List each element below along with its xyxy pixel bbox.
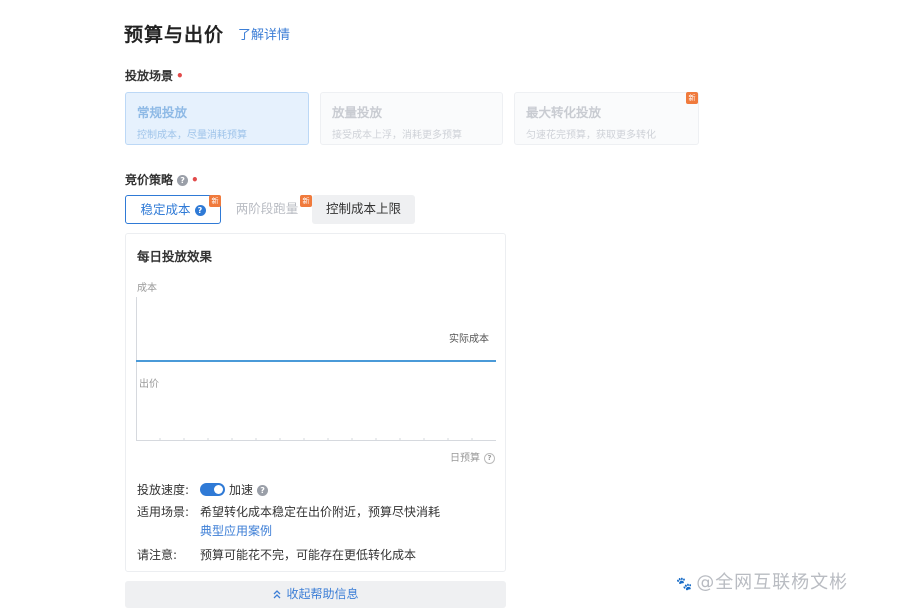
- scene-card-volume[interactable]: 放量投放 接受成本上浮，消耗更多预算: [320, 92, 503, 145]
- speed-value-text: 加速: [229, 483, 254, 497]
- strategy-option-label: 控制成本上限: [325, 201, 401, 216]
- paw-icon: 🐾: [676, 577, 694, 592]
- y-axis-label-cost: 成本: [137, 283, 157, 294]
- x-axis-label: 日预算?: [450, 449, 495, 464]
- page-title: 预算与出价: [124, 24, 225, 46]
- speed-label: 投放速度:: [137, 483, 190, 497]
- scene-card-title: 常规投放: [137, 105, 188, 120]
- speed-value: 加速?: [229, 481, 269, 498]
- scene-card-max-conversion[interactable]: 最大转化投放 匀速花完预算，获取更多转化: [514, 92, 699, 145]
- scene-card-regular[interactable]: 常规投放 控制成本，尽量消耗预算: [125, 92, 309, 145]
- strategy-label-text: 竞价策略: [125, 173, 174, 187]
- double-chevron-up-icon: [274, 590, 281, 599]
- scene-card-subtitle: 控制成本，尽量消耗预算: [137, 130, 247, 141]
- toggle-knob: [214, 485, 223, 494]
- question-icon[interactable]: ?: [257, 485, 269, 496]
- collapse-help-button[interactable]: 收起帮助信息: [125, 581, 506, 608]
- scenario-label: 适用场景:: [137, 505, 190, 519]
- note-value: 预算可能花不完，可能存在更低转化成本: [200, 548, 417, 562]
- question-icon[interactable]: ?: [194, 205, 206, 216]
- scene-card-subtitle: 接受成本上浮，消耗更多预算: [332, 130, 462, 141]
- scene-label-text: 投放场景: [125, 69, 174, 83]
- new-badge: 新: [300, 195, 312, 207]
- scene-label: 投放场景 •: [125, 67, 184, 84]
- required-mark: •: [191, 173, 199, 187]
- x-axis-label-text: 日预算: [450, 453, 480, 464]
- line-label-actual-cost: 实际成本: [449, 334, 489, 345]
- speed-toggle[interactable]: [200, 483, 225, 496]
- collapse-help-label: 收起帮助信息: [286, 587, 359, 601]
- strategy-cost-cap[interactable]: 控制成本上限: [312, 195, 415, 224]
- strategy-option-label: 两阶段跑量: [235, 201, 299, 216]
- strategy-stable-cost[interactable]: 稳定成本?: [125, 195, 221, 224]
- strategy-two-stage[interactable]: 两阶段跑量: [227, 195, 307, 224]
- scene-card-title: 最大转化投放: [526, 105, 602, 120]
- scene-card-title: 放量投放: [332, 105, 383, 120]
- watermark-text: @全网互联杨文彬: [696, 572, 849, 593]
- question-icon[interactable]: ?: [484, 453, 495, 464]
- required-mark: •: [176, 69, 184, 83]
- y-axis-label-bid: 出价: [139, 379, 159, 390]
- effect-chart: [136, 297, 496, 441]
- case-study-link[interactable]: 典型应用案例: [200, 522, 272, 539]
- scenario-value: 希望转化成本稳定在出价附近，预算尽快消耗: [200, 505, 441, 519]
- strategy-option-label: 稳定成本: [140, 202, 191, 217]
- strategy-label: 竞价策略? •: [125, 171, 199, 188]
- details-link[interactable]: 了解详情: [238, 24, 290, 43]
- scene-card-subtitle: 匀速花完预算，获取更多转化: [526, 130, 656, 141]
- new-badge: 新: [686, 92, 698, 104]
- note-label: 请注意:: [137, 548, 178, 562]
- new-badge: 新: [209, 195, 221, 207]
- question-icon[interactable]: ?: [177, 175, 189, 186]
- panel-title: 每日投放效果: [137, 249, 213, 264]
- watermark: 🐾 @全网互联杨文彬: [676, 568, 848, 594]
